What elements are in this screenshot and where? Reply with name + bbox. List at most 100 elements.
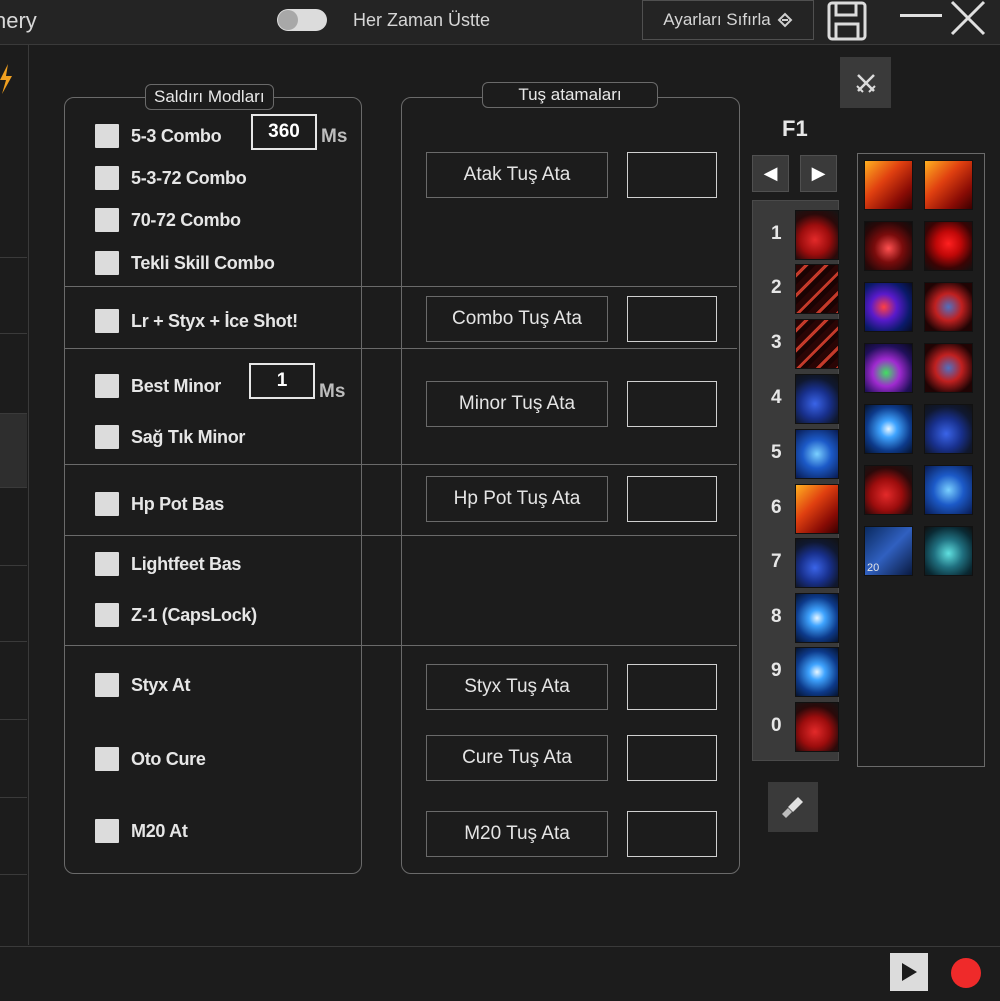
record-button[interactable] (951, 958, 981, 988)
sidebar-item[interactable] (0, 257, 27, 334)
reset-settings-button[interactable]: Ayarları Sıfırla (642, 0, 814, 40)
bottom-bar (0, 946, 1000, 1001)
z1-capslock-label: Z-1 (CapsLock) (131, 605, 257, 625)
single-skill-checkbox[interactable] (95, 251, 119, 275)
attack-key-field[interactable] (627, 152, 717, 198)
save-icon[interactable] (826, 0, 868, 42)
slot-number: 7 (771, 551, 782, 572)
hp-pot-checkbox[interactable] (95, 492, 119, 516)
red-eye-skill-icon[interactable] (864, 221, 913, 271)
combo-5372-checkbox[interactable] (95, 166, 119, 190)
blue-potion-icon[interactable] (924, 404, 973, 454)
vortex-skill-icon[interactable] (864, 343, 913, 393)
sidebar-item[interactable] (0, 565, 27, 642)
brush-icon (782, 797, 803, 818)
hp-pot-key-button[interactable]: Hp Pot Tuş Ata (426, 476, 608, 522)
lightfeet-icon[interactable] (795, 429, 839, 479)
z1-capslock-checkbox[interactable] (95, 603, 119, 627)
combo-key-field[interactable] (627, 296, 717, 342)
combo-key-button[interactable]: Combo Tuş Ata (426, 296, 608, 342)
combo-7072-checkbox[interactable] (95, 208, 119, 232)
spark-skill-icon[interactable] (864, 404, 913, 454)
blue-swirl-icon[interactable] (864, 282, 913, 332)
sidebar-item[interactable] (0, 719, 27, 798)
minor-key-field[interactable] (627, 381, 717, 427)
combo-5372-label: 5-3-72 Combo (131, 168, 247, 188)
bow-skill-icon[interactable]: 20 (864, 526, 913, 576)
minor-delay-unit: Ms (319, 381, 346, 402)
styx-key-button[interactable]: Styx Tuş Ata (426, 664, 608, 710)
slot-number: 0 (771, 715, 782, 736)
m20-checkbox[interactable] (95, 819, 119, 843)
sidebar-item[interactable] (0, 333, 27, 414)
fire-arrow-icon[interactable] (795, 484, 839, 534)
always-on-top-toggle[interactable] (277, 9, 327, 31)
close-panel-button[interactable] (840, 57, 891, 108)
spark-skill-icon[interactable] (795, 647, 839, 697)
blue-potion-icon[interactable] (795, 538, 839, 588)
sidebar (0, 45, 29, 945)
best-minor-label: Best Minor (131, 376, 222, 396)
sidebar-item[interactable] (0, 487, 27, 566)
lightfeet-icon[interactable] (924, 465, 973, 515)
m20-key-button[interactable]: M20 Tuş Ata (426, 811, 608, 857)
blue-potion-icon[interactable] (795, 374, 839, 424)
cure-key-field[interactable] (627, 735, 717, 781)
slot-number: 8 (771, 606, 782, 627)
cure-label: Oto Cure (131, 749, 206, 769)
combo-53-checkbox[interactable] (95, 124, 119, 148)
m20-key-field[interactable] (627, 811, 717, 857)
combo-7072-label: 70-72 Combo (131, 210, 241, 230)
jar-icon[interactable] (924, 526, 973, 576)
arrow-left-icon: ◀ (763, 163, 778, 183)
best-minor-checkbox[interactable] (95, 374, 119, 398)
clear-brush-button[interactable] (768, 782, 818, 832)
right-click-minor-checkbox[interactable] (95, 425, 119, 449)
sidebar-item[interactable] (0, 413, 27, 488)
red-potion-icon[interactable] (795, 210, 839, 260)
cure-checkbox[interactable] (95, 747, 119, 771)
cure-key-button[interactable]: Cure Tuş Ata (426, 735, 608, 781)
arrows-skill-icon[interactable] (795, 319, 839, 369)
lightfeet-checkbox[interactable] (95, 552, 119, 576)
minor-delay-input[interactable]: 1 (249, 363, 315, 399)
fire-arrow-icon[interactable] (864, 160, 913, 210)
styx-key-field[interactable] (627, 664, 717, 710)
lightning-icon (0, 64, 12, 94)
lr-styx-ice-checkbox[interactable] (95, 309, 119, 333)
sidebar-item[interactable] (0, 797, 27, 875)
styx-checkbox[interactable] (95, 673, 119, 697)
slot-number: 5 (771, 442, 782, 463)
hp-pot-label: Hp Pot Bas (131, 494, 225, 514)
skill-slot-bar: 1 2 3 4 5 6 7 8 9 0 (752, 200, 839, 761)
always-on-top-label: Her Zaman Üstte (353, 10, 491, 30)
slot-number: 1 (771, 223, 782, 244)
red-potion-icon[interactable] (795, 702, 839, 752)
minor-key-button[interactable]: Minor Tuş Ata (426, 381, 608, 427)
fire-arrow-icon[interactable] (924, 160, 973, 210)
blood-skill-icon[interactable] (924, 221, 973, 271)
shadow-skill-icon[interactable] (924, 282, 973, 332)
toggle-icon (278, 10, 298, 30)
hp-pot-key-field[interactable] (627, 476, 717, 522)
slot-number: 4 (771, 387, 782, 408)
spark-skill-icon[interactable] (795, 593, 839, 643)
crossed-swords-icon (855, 73, 876, 93)
right-click-minor-label: Sağ Tık Minor (131, 427, 246, 447)
attack-modes-legend: Saldırı Modları (145, 84, 274, 110)
attack-key-button[interactable]: Atak Tuş Ata (426, 152, 608, 198)
close-icon[interactable] (948, 0, 988, 38)
shadow-skill-icon[interactable] (924, 343, 973, 393)
single-skill-label: Tekli Skill Combo (131, 253, 275, 273)
sidebar-item[interactable] (0, 641, 27, 720)
combo-delay-input[interactable]: 360 (251, 114, 317, 150)
play-button[interactable] (890, 953, 928, 991)
red-potion-icon[interactable] (864, 465, 913, 515)
next-page-button[interactable]: ▶ (800, 155, 837, 192)
combo-delay-unit: Ms (321, 126, 348, 147)
slot-number: 9 (771, 660, 782, 681)
arrows-skill-icon[interactable] (795, 264, 839, 314)
prev-page-button[interactable]: ◀ (752, 155, 789, 192)
minimize-icon[interactable] (900, 14, 942, 17)
app-title: nery (0, 8, 37, 33)
